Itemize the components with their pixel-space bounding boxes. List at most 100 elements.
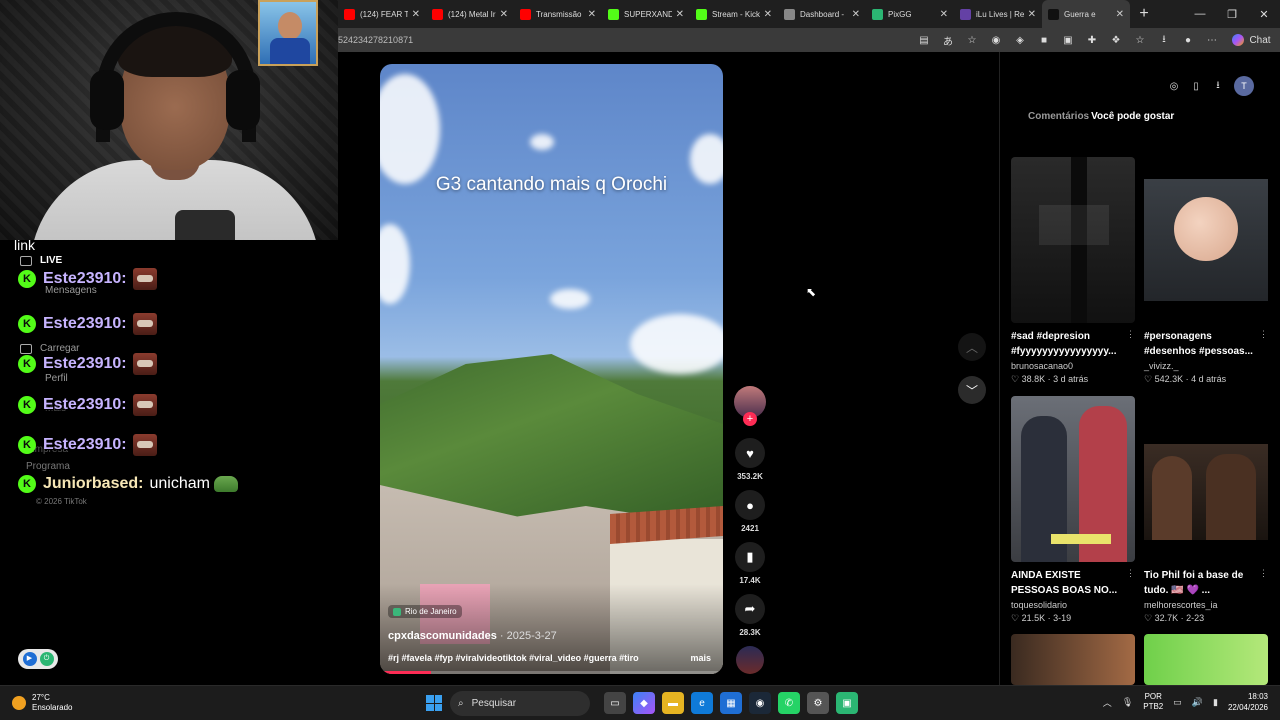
copilot-chat-button[interactable]: Chat [1224, 34, 1280, 46]
close-tab-icon[interactable]: ✕ [588, 9, 596, 20]
card-more-icon[interactable]: ⋮ [1259, 329, 1268, 340]
browser-tab[interactable]: Stream - Kick ✕ [690, 0, 778, 28]
save-button[interactable]: ▮ 17.4K [734, 542, 766, 585]
browser-tab[interactable]: iLu Lives | Rea ✕ [954, 0, 1042, 28]
card-more-icon[interactable]: ⋮ [1126, 568, 1135, 579]
video-author[interactable]: cpxdascomunidades · 2025-3-27 [388, 630, 557, 642]
floating-widget[interactable]: ▶ ⏻ [18, 649, 58, 669]
previous-video-button[interactable]: ︿ [958, 333, 986, 361]
comment-icon: ● [735, 490, 765, 520]
location-tag[interactable]: Rio de Janeiro [388, 605, 462, 618]
sidebar-item-program[interactable]: Programa [26, 461, 70, 472]
gamepad-icon[interactable]: ◉ [984, 35, 1008, 46]
video-thumbnail [1144, 157, 1268, 323]
browser-tab[interactable]: SUPERXAND ✕ [602, 0, 690, 28]
card-more-icon[interactable]: ⋮ [1126, 329, 1135, 340]
share-count: 28.3K [739, 628, 761, 637]
suggested-video-card[interactable]: ⋮ AINDA EXISTE PESSOAS BOAS NO... toques… [1011, 396, 1135, 624]
close-tab-icon[interactable]: ✕ [852, 9, 860, 20]
minimize-icon[interactable]: — [1184, 8, 1216, 21]
volume-icon[interactable]: 🔊 [1192, 697, 1203, 708]
whatsapp-icon[interactable]: ✆ [778, 692, 800, 714]
video-hashtags[interactable]: #rj #favela #fyp #viralvideotiktok #vira… [388, 653, 639, 663]
collections-icon[interactable]: ❖ [1104, 35, 1128, 46]
video-progress-bar[interactable] [380, 671, 723, 674]
task-view-icon[interactable]: ▭ [604, 692, 626, 714]
suggested-video-card[interactable] [1144, 634, 1268, 685]
favorite-star-icon[interactable]: ☆ [960, 35, 984, 46]
store-icon[interactable]: ▦ [720, 692, 742, 714]
close-tab-icon[interactable]: ✕ [1028, 9, 1036, 20]
extension-puzzle-icon[interactable]: ✚ [1080, 35, 1104, 46]
download-icon[interactable]: ⭳ [1152, 32, 1176, 49]
taskbar-search[interactable]: ⌕ Pesquisar [450, 691, 590, 716]
download-icon[interactable]: ⭳ [1212, 78, 1224, 95]
browser-tab[interactable]: Guerra e ✕ [1042, 0, 1130, 28]
suggested-video-card[interactable]: ⋮ #sad #depresion #fyyyyyyyyyyyyyyyy... … [1011, 157, 1135, 385]
more-link[interactable]: mais [690, 653, 711, 663]
chat-message: K Este23910: [18, 434, 157, 456]
new-tab-button[interactable]: + [1130, 5, 1158, 23]
suggested-video-card[interactable] [1011, 634, 1135, 685]
comment-button[interactable]: ● 2421 [734, 490, 766, 533]
underlay-link-text: link [14, 237, 36, 253]
card-more-icon[interactable]: ⋮ [1259, 568, 1268, 579]
sidebar-item-live[interactable]: LIVE [20, 255, 62, 266]
copilot-icon[interactable]: ◆ [633, 692, 655, 714]
video-player[interactable]: G3 cantando mais q Orochi Rio de Janeiro… [380, 64, 723, 674]
more-menu-icon[interactable]: ⋯ [1200, 35, 1224, 46]
close-tab-icon[interactable]: ✕ [940, 9, 948, 20]
favorites-icon[interactable]: ☆ [1128, 35, 1152, 46]
chevron-up-icon[interactable]: ︿ [1103, 696, 1112, 709]
follow-plus-icon[interactable]: + [743, 412, 757, 426]
video-thumbnail [1144, 634, 1268, 685]
battery-icon[interactable]: ▮ [1213, 697, 1218, 708]
suggested-video-card[interactable]: ⋮ Tio Phil foi a base de tudo. 🇺🇸 💜 ... … [1144, 396, 1268, 624]
edge-icon[interactable]: e [691, 692, 713, 714]
close-tab-icon[interactable]: ✕ [412, 9, 420, 20]
card-caption: AINDA EXISTE PESSOAS BOAS NO... [1011, 570, 1118, 596]
suggested-video-card[interactable]: ⋮ #personagens #desenhos #pessoas... _vi… [1144, 157, 1268, 385]
profile-icon[interactable]: ● [1176, 35, 1200, 46]
close-tab-icon[interactable]: ✕ [676, 9, 684, 20]
panel-toolbar: ◎ ▯ ⭳ T [1168, 76, 1254, 96]
close-tab-icon[interactable]: ✕ [1116, 9, 1124, 20]
display-icon[interactable]: ▭ [1173, 697, 1182, 708]
youtube-icon [344, 8, 355, 20]
browser-tab[interactable]: PixGG ✕ [866, 0, 954, 28]
extension-red-icon[interactable]: ▣ [1056, 35, 1080, 46]
language-indicator[interactable]: POR PTB2 [1143, 692, 1163, 712]
share-button[interactable]: ➦ 28.3K [734, 594, 766, 637]
tab-comments[interactable]: Comentários [1028, 111, 1089, 122]
user-avatar[interactable]: T [1234, 76, 1254, 96]
browser-tab[interactable]: (124) Metal Ir ✕ [426, 0, 514, 28]
close-tab-icon[interactable]: ✕ [764, 9, 772, 20]
restore-icon[interactable]: ❐ [1216, 8, 1248, 21]
browser-tab[interactable]: Dashboard - ✕ [778, 0, 866, 28]
clock[interactable]: 18:03 22/04/2026 [1228, 691, 1268, 713]
url-field[interactable]: 524234278210871 [338, 35, 912, 45]
weather-widget[interactable]: 27°C Ensolarado [12, 693, 72, 713]
browser-tab[interactable]: (124) FEAR TH ✕ [338, 0, 426, 28]
phone-icon[interactable]: ▯ [1190, 81, 1202, 92]
like-button[interactable]: ♥ 353.2K [734, 438, 766, 481]
file-explorer-icon[interactable]: ▬ [662, 692, 684, 714]
upload-icon [20, 343, 32, 354]
close-window-icon[interactable]: ✕ [1248, 8, 1280, 21]
next-video-button[interactable]: ﹀ [958, 376, 986, 404]
gear-app-icon[interactable]: ⚙ [807, 692, 829, 714]
reader-icon[interactable]: ▤ [912, 35, 936, 46]
close-tab-icon[interactable]: ✕ [500, 9, 508, 20]
browser-tab[interactable]: Transmissão a ✕ [514, 0, 602, 28]
game-app-icon[interactable]: ▣ [836, 692, 858, 714]
compass-icon[interactable]: ◎ [1168, 81, 1180, 92]
translate-icon[interactable]: あ [936, 33, 960, 48]
extension-blue-icon[interactable]: ■ [1032, 35, 1056, 46]
steam-icon[interactable]: ◉ [749, 692, 771, 714]
shield-icon[interactable]: ◈ [1008, 35, 1032, 46]
microphone-icon[interactable]: 🎙 [1122, 697, 1133, 708]
kick-badge-icon: K [18, 396, 36, 414]
sound-disc-icon[interactable] [736, 646, 764, 674]
tab-you-may-like[interactable]: Você pode gostar [1091, 111, 1174, 122]
windows-start-icon[interactable] [426, 695, 442, 711]
